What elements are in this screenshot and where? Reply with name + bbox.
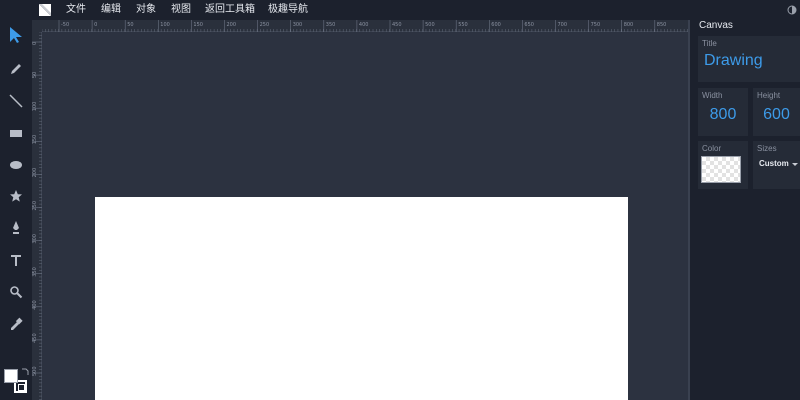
sizes-label: Sizes bbox=[757, 144, 777, 153]
rectangle-icon bbox=[10, 130, 22, 137]
ruler-label: 50 bbox=[127, 22, 133, 28]
color-field-box: Color bbox=[698, 141, 748, 189]
menu-file[interactable]: 文件 bbox=[66, 0, 86, 20]
theme-toggle-icon[interactable] bbox=[787, 5, 797, 15]
ruler-label: 650 bbox=[524, 22, 534, 28]
ruler-left: 0 50 100 150 200 250 300 350 400 450 500 bbox=[32, 32, 42, 400]
ruler-label: -50 bbox=[61, 22, 69, 28]
ruler-label: 200 bbox=[227, 22, 237, 28]
canvas-panel: Canvas Title Drawing Width 800 Height 60… bbox=[692, 20, 800, 400]
pencil-icon bbox=[11, 64, 21, 74]
tool-bar bbox=[0, 20, 32, 400]
text-icon bbox=[11, 255, 21, 266]
ruler-label: 0 bbox=[94, 22, 97, 28]
ruler-label: 150 bbox=[193, 22, 203, 28]
height-input[interactable]: 600 bbox=[753, 106, 800, 124]
workspace[interactable]: -50 0 50 100 150 200 250 300 350 400 450 500 550 600 6… bbox=[32, 20, 690, 400]
sizes-dropdown[interactable]: Custom bbox=[759, 159, 789, 168]
app-logo-icon[interactable] bbox=[39, 4, 51, 16]
ruler-label: 300 bbox=[293, 22, 303, 28]
title-field-box: Title Drawing bbox=[698, 36, 800, 82]
ruler-label: 800 bbox=[624, 22, 634, 28]
title-input[interactable]: Drawing bbox=[704, 52, 763, 70]
sizes-field-box: Sizes Custom bbox=[753, 141, 800, 189]
menu-back-to-toolbox[interactable]: 返回工具箱 bbox=[205, 0, 255, 20]
ruler-label: 450 bbox=[392, 22, 402, 28]
ruler-label: 400 bbox=[359, 22, 369, 28]
height-field-box: Height 600 bbox=[753, 88, 800, 136]
title-label: Title bbox=[702, 39, 717, 48]
zoom-icon bbox=[10, 286, 23, 299]
ruler-label: 350 bbox=[32, 267, 38, 277]
width-label: Width bbox=[702, 91, 723, 100]
text-tool[interactable] bbox=[6, 250, 26, 270]
width-input[interactable]: 800 bbox=[698, 106, 748, 124]
color-label: Color bbox=[702, 144, 722, 153]
ruler-label: 100 bbox=[32, 102, 38, 112]
rectangle-tool[interactable] bbox=[6, 123, 26, 143]
ruler-label: 500 bbox=[425, 22, 435, 28]
ruler-corner bbox=[32, 20, 42, 32]
menu-edit[interactable]: 编辑 bbox=[101, 0, 121, 20]
line-icon bbox=[9, 94, 23, 108]
menu-jiqu-nav[interactable]: 极趣导航 bbox=[268, 0, 308, 20]
star-icon bbox=[10, 190, 22, 202]
ruler-label: 350 bbox=[326, 22, 336, 28]
star-tool[interactable] bbox=[6, 186, 26, 206]
workspace-scrollbar[interactable] bbox=[688, 20, 690, 400]
pen-tool[interactable] bbox=[6, 218, 26, 238]
eyedropper-tool[interactable] bbox=[6, 314, 26, 334]
ruler-top-ticks: -50 0 50 100 150 200 250 300 350 400 450 500 550 600 6… bbox=[42, 20, 688, 32]
swap-colors-icon[interactable] bbox=[21, 368, 29, 376]
ruler-label: 850 bbox=[657, 22, 667, 28]
line-tool[interactable] bbox=[6, 91, 26, 111]
ruler-label: 550 bbox=[458, 22, 468, 28]
menu-object[interactable]: 对象 bbox=[136, 0, 156, 20]
ruler-label: 250 bbox=[260, 22, 270, 28]
ruler-label: 0 bbox=[32, 42, 38, 45]
ruler-label: 700 bbox=[558, 22, 568, 28]
fill-color-swatch[interactable] bbox=[4, 369, 18, 383]
canvas-color-picker[interactable] bbox=[701, 156, 741, 183]
ruler-label: 50 bbox=[32, 72, 38, 78]
ruler-label: 500 bbox=[32, 366, 38, 376]
pen-icon bbox=[13, 221, 19, 234]
menu-view[interactable]: 视图 bbox=[171, 0, 191, 20]
ruler-label: 600 bbox=[491, 22, 501, 28]
select-icon bbox=[10, 27, 22, 43]
ellipse-icon bbox=[10, 161, 22, 169]
pencil-tool[interactable] bbox=[6, 59, 26, 79]
ruler-label: 150 bbox=[32, 135, 38, 145]
zoom-tool[interactable] bbox=[6, 282, 26, 302]
ruler-label: 300 bbox=[32, 234, 38, 244]
ruler-label: 450 bbox=[32, 333, 38, 343]
eyedropper-icon bbox=[11, 317, 23, 330]
color-swatches bbox=[4, 368, 30, 395]
menu-bar: 文件 编辑 对象 视图 返回工具箱 极趣导航 bbox=[0, 0, 800, 20]
ruler-left-ticks: 0 50 100 150 200 250 300 350 400 450 500 bbox=[32, 32, 42, 400]
width-field-box: Width 800 bbox=[698, 88, 748, 136]
select-tool[interactable] bbox=[6, 25, 26, 45]
chevron-down-icon[interactable] bbox=[792, 163, 798, 166]
ruler-label: 200 bbox=[32, 168, 38, 178]
ruler-label: 750 bbox=[591, 22, 601, 28]
height-label: Height bbox=[757, 91, 781, 100]
ruler-label: 400 bbox=[32, 300, 38, 310]
ellipse-tool[interactable] bbox=[6, 155, 26, 175]
panel-title: Canvas bbox=[699, 20, 733, 31]
ruler-top: -50 0 50 100 150 200 250 300 350 400 450 500 550 600 6… bbox=[42, 20, 690, 32]
ruler-label: 100 bbox=[160, 22, 170, 28]
ruler-label: 250 bbox=[32, 201, 38, 211]
drawing-canvas[interactable] bbox=[95, 197, 628, 400]
